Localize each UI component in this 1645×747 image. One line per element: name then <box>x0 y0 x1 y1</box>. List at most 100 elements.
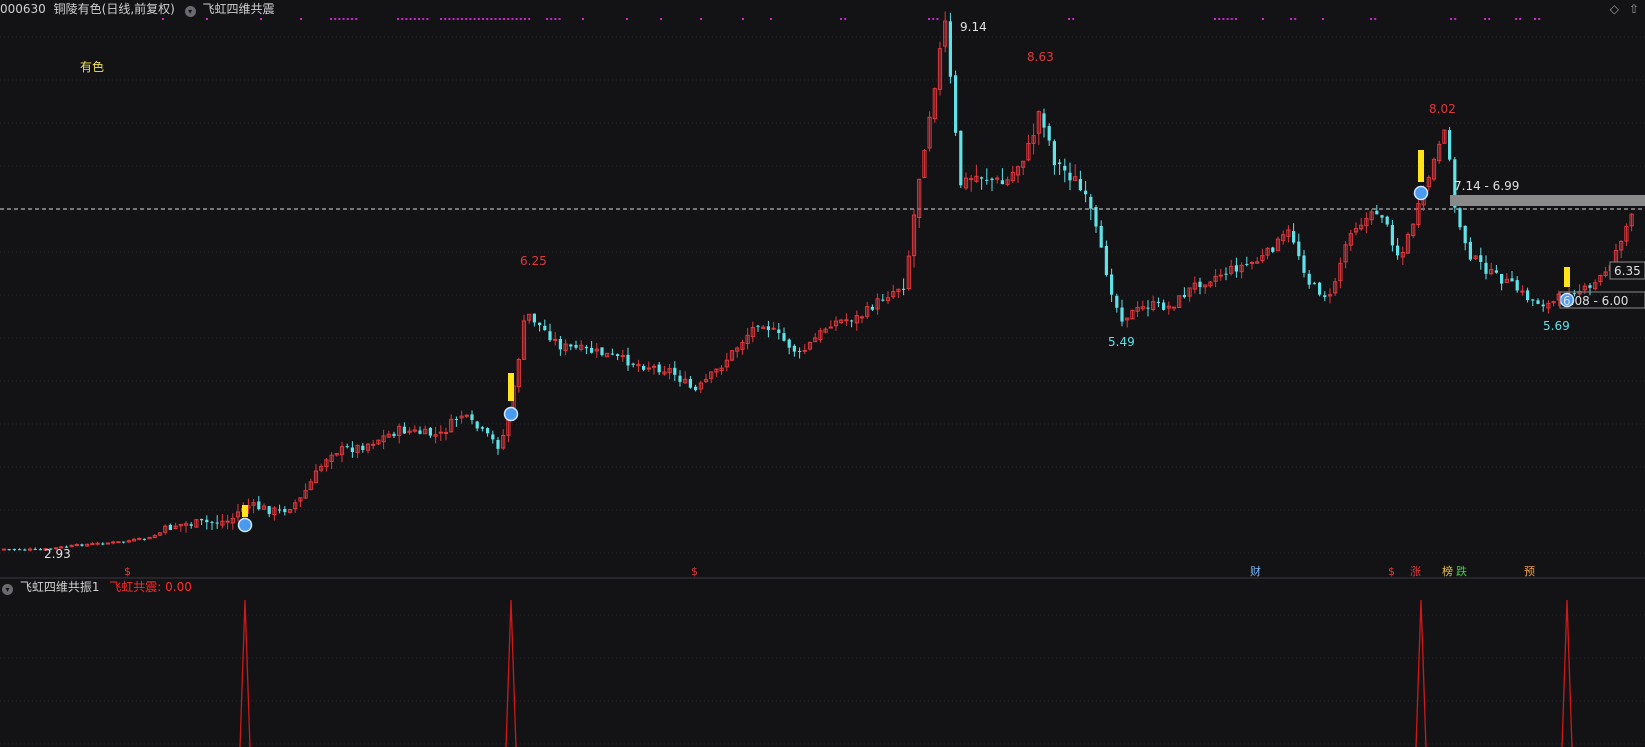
candle-body <box>1146 307 1150 309</box>
candle-body <box>267 506 271 514</box>
diamond-icon[interactable]: ◇ <box>1610 2 1619 16</box>
candle-body <box>798 350 802 352</box>
top-marker-dot <box>660 18 662 20</box>
candle-body <box>850 320 854 322</box>
candle-body <box>283 509 287 513</box>
high-label-4: 8.02 <box>1429 102 1456 116</box>
candle-body <box>200 518 204 521</box>
top-marker-dot <box>1538 18 1541 20</box>
candle-body <box>7 549 11 551</box>
candle-body <box>402 426 406 434</box>
candle-body <box>38 549 42 551</box>
price-chart[interactable]: 7.14 - 6.99 6.08 - 6.00 6.35 6.25 9.14 8… <box>0 0 1645 747</box>
signal-ball <box>503 406 519 422</box>
top-marker-dot <box>511 18 514 20</box>
top-marker-dot <box>1515 18 1517 20</box>
candle-body <box>616 354 620 357</box>
top-marker-dot <box>1294 18 1297 20</box>
top-marker-dot <box>456 18 459 20</box>
low-label-1: 5.49 <box>1108 335 1135 349</box>
sub-peak <box>505 599 517 747</box>
candle-body <box>787 339 791 348</box>
candle-body <box>80 544 84 546</box>
top-marker-dot <box>351 18 353 20</box>
candle-body <box>1104 245 1108 275</box>
candle-body <box>980 177 984 179</box>
candle-body <box>1089 196 1093 209</box>
sub-indicator-peaks <box>239 599 1573 747</box>
top-marker-dot <box>409 18 412 20</box>
indicator-name[interactable]: 飞虹四维共震 <box>202 2 274 16</box>
candle-body <box>1588 285 1592 288</box>
candle-body <box>1224 273 1228 275</box>
candle-body <box>538 322 542 326</box>
candle-body <box>1302 255 1306 273</box>
candle-body <box>1312 283 1316 285</box>
top-marker-dot <box>413 18 416 20</box>
candle-body <box>902 288 906 290</box>
top-marker-dot <box>528 18 531 20</box>
top-marker-dot <box>482 18 484 20</box>
candle-body <box>1458 208 1462 228</box>
candle-body <box>168 524 172 531</box>
candle-body <box>985 179 989 181</box>
candle-body <box>1110 274 1114 295</box>
annotations-group: 6.25 9.14 8.63 8.02 2.93 5.49 5.69 $ $ 财… <box>44 20 1570 578</box>
signal-ball <box>237 517 253 533</box>
top-marker-dot <box>936 18 939 20</box>
event-label-4: 涨 <box>1410 565 1421 578</box>
candle-body <box>766 326 770 330</box>
sub-indicator-name[interactable]: 飞虹四维共振1 <box>20 580 100 594</box>
candle-body <box>1078 179 1082 191</box>
top-marker-dot <box>546 18 548 20</box>
top-marker-dot <box>469 18 472 20</box>
top-marker-dot <box>1290 18 1292 20</box>
candle-body <box>205 519 209 523</box>
support-zone-label: 6.08 - 6.00 <box>1563 294 1628 308</box>
sub-indicator-header: ▾ 飞虹四维共振1 飞虹共震: 0.00 <box>0 578 192 596</box>
candle-body <box>443 432 449 435</box>
candle-body <box>532 313 536 323</box>
top-marker-dot <box>507 18 510 20</box>
top-marker-dot <box>334 18 337 20</box>
signal-bar <box>508 373 514 401</box>
candle-body <box>1099 225 1103 248</box>
sub-peak <box>1561 599 1573 747</box>
arrow-up-icon[interactable]: ⇧ <box>1629 2 1639 16</box>
signal-ball <box>1413 185 1429 201</box>
candle-body <box>626 354 630 366</box>
top-marker-dot <box>1235 18 1237 20</box>
top-marker-dot <box>770 18 772 20</box>
low-label-2: 5.69 <box>1543 319 1570 333</box>
sub-peak <box>1415 599 1427 747</box>
top-marker-dot <box>515 18 518 20</box>
top-marker-dot <box>1322 18 1324 20</box>
top-marker-dot <box>1218 18 1221 20</box>
candle-body <box>1068 172 1072 181</box>
top-marker-dot <box>206 18 208 20</box>
candle-body <box>1249 262 1255 265</box>
candle-body <box>1510 278 1514 282</box>
settings-circle-icon[interactable]: ▾ <box>184 6 196 17</box>
candle-body <box>651 365 657 368</box>
candle-body <box>828 326 833 329</box>
top-marker-dot <box>1370 18 1372 20</box>
candle-body <box>1484 262 1488 274</box>
top-marker-dot <box>422 18 425 20</box>
candle-body <box>1375 210 1379 215</box>
candle-body <box>678 375 682 382</box>
candle-body <box>137 537 142 540</box>
event-label-5: 榜 <box>1442 564 1453 578</box>
candle-body <box>694 386 698 391</box>
top-marker-dot <box>494 18 497 20</box>
candle-body <box>870 306 874 310</box>
resistance-zone <box>1450 195 1645 206</box>
top-marker-dot <box>452 18 455 20</box>
event-label-7: 预 <box>1524 565 1535 578</box>
candle-body <box>1541 304 1545 307</box>
top-marker-dot <box>1534 18 1536 20</box>
top-marker-dot <box>558 18 561 20</box>
candle-body <box>1463 225 1467 244</box>
resistance-zone-label: 7.14 - 6.99 <box>1454 179 1519 193</box>
sub-settings-circle-icon[interactable]: ▾ <box>2 584 13 595</box>
